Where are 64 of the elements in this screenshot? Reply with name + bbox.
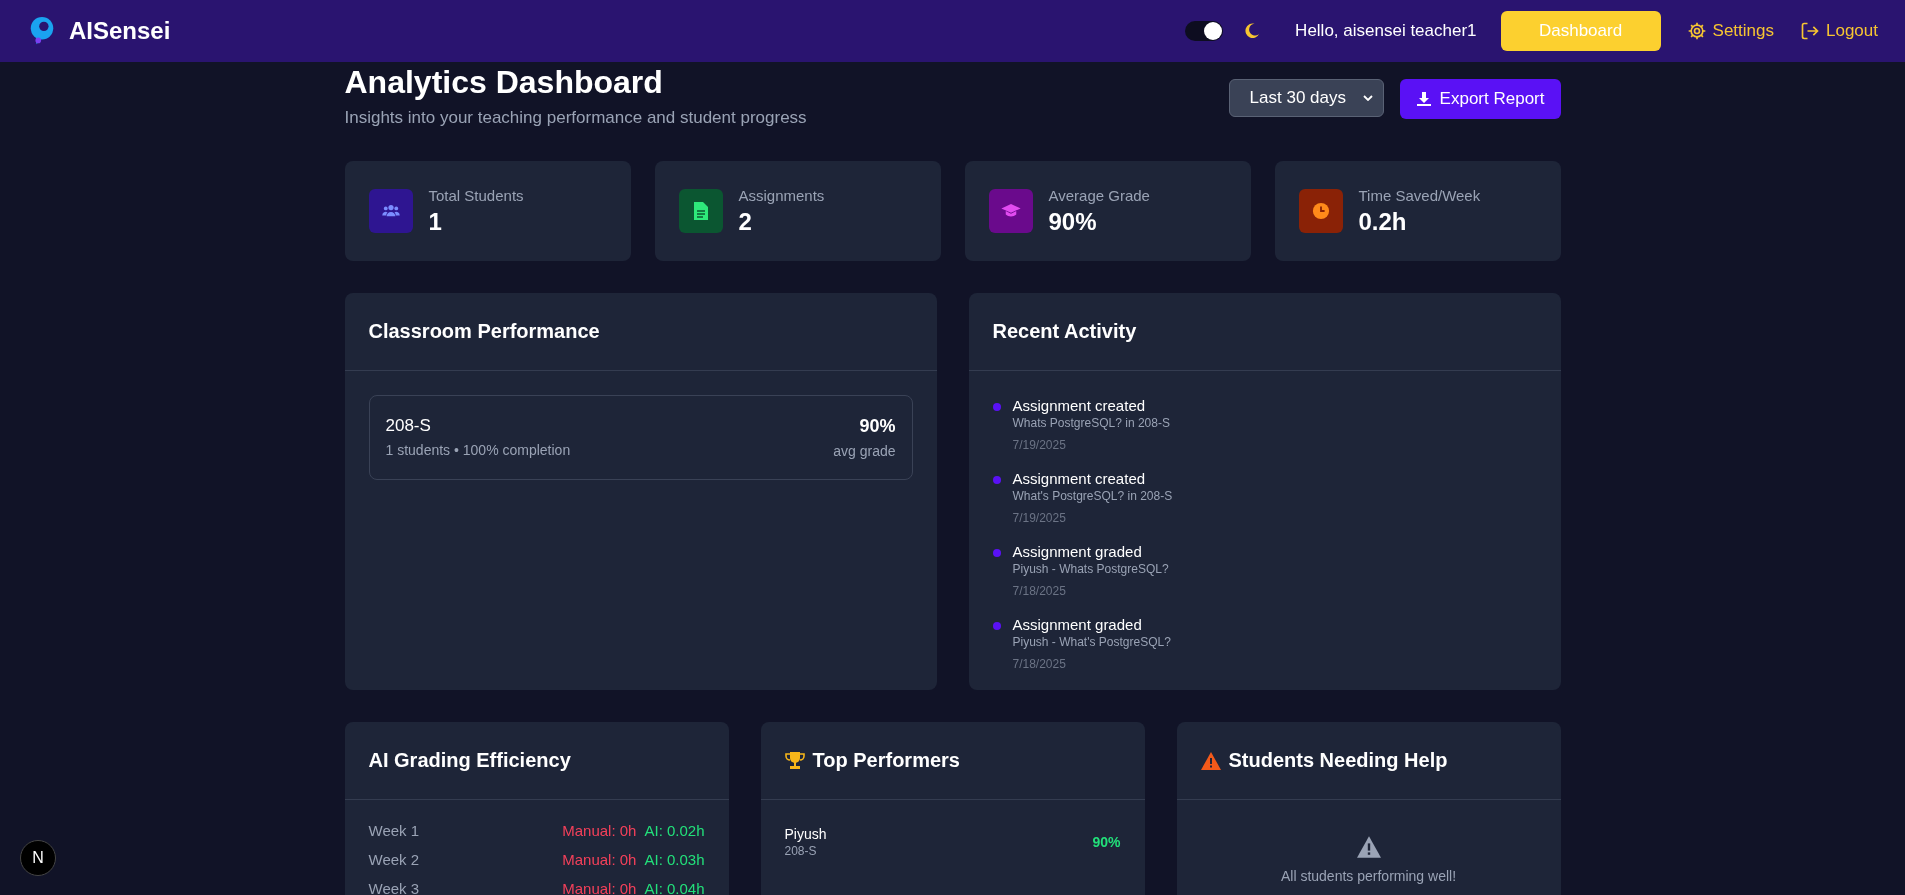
activity-date: 7/18/2025: [1012, 657, 1067, 671]
theme-toggle[interactable]: [1185, 21, 1224, 41]
card-title: Students Needing Help: [1228, 749, 1448, 772]
download-icon: [1415, 91, 1432, 107]
activity-title: Assignment created: [1012, 397, 1147, 414]
activity-dot-icon: [992, 622, 1001, 630]
empty-state-message: All students performing well!: [1280, 868, 1457, 884]
activity-detail: Piyush - Whats PostgreSQL?: [1012, 562, 1169, 576]
activity-detail: What's PostgreSQL? in 208-S: [1012, 489, 1173, 503]
brand-name: AISensei: [69, 17, 171, 45]
stat-value: 90%: [1048, 207, 1098, 236]
stat-value: 2: [738, 207, 753, 236]
week-label: Week 3: [368, 880, 420, 895]
logout-icon: [1800, 21, 1820, 41]
logout-link[interactable]: Logout: [1800, 21, 1878, 41]
ai-time: AI: 0.04h: [644, 880, 705, 895]
activity-title: Assignment graded: [1012, 543, 1143, 560]
card-title: Recent Activity: [992, 320, 1137, 343]
manual-time: Manual: 0h: [562, 822, 637, 839]
activity-date: 7/19/2025: [1012, 438, 1067, 452]
dev-tools-button[interactable]: N: [20, 840, 56, 876]
card-title: AI Grading Efficiency: [368, 749, 571, 772]
activity-date: 7/19/2025: [1012, 511, 1067, 525]
activity-dot-icon: [992, 403, 1001, 411]
manual-time: Manual: 0h: [562, 880, 637, 895]
activity-detail: Piyush - What's PostgreSQL?: [1012, 635, 1171, 649]
export-report-button[interactable]: Export Report: [1399, 79, 1561, 119]
ai-time: AI: 0.02h: [644, 822, 705, 839]
stat-value: 1: [428, 207, 443, 236]
class-name: 208-S: [385, 416, 432, 436]
week-label: Week 2: [368, 851, 420, 868]
trophy-icon: [784, 751, 805, 770]
stat-label: Assignments: [738, 186, 825, 204]
student-class: 208-S: [784, 844, 818, 858]
user-greeting: Hello, aisensei teacher1: [1295, 21, 1477, 41]
class-grade: 90%: [858, 416, 896, 437]
page-title: Analytics Dashboard: [344, 64, 664, 100]
activity-title: Assignment graded: [1012, 616, 1143, 633]
week-label: Week 1: [368, 822, 420, 839]
card-title: Top Performers: [812, 749, 960, 772]
chevron-down-icon: [1362, 95, 1373, 101]
activity-date: 7/18/2025: [1012, 584, 1067, 598]
activity-title: Assignment created: [1012, 470, 1147, 487]
manual-time: Manual: 0h: [562, 851, 637, 868]
activity-detail: Whats PostgreSQL? in 208-S: [1012, 416, 1170, 430]
card-title: Classroom Performance: [368, 320, 600, 343]
settings-link[interactable]: Settings: [1686, 21, 1774, 41]
moon-icon: [1243, 22, 1262, 40]
page-subtitle: Insights into your teaching performance and student progress: [344, 108, 807, 128]
student-name: Piyush: [784, 826, 827, 842]
activity-dot-icon: [992, 549, 1001, 557]
warning-icon: [1200, 751, 1221, 770]
stat-label: Time Saved/Week: [1358, 186, 1481, 204]
stat-label: Average Grade: [1048, 186, 1150, 204]
class-details: 1 students • 100% completion: [385, 442, 571, 458]
date-range-select[interactable]: Last 30 days: [1228, 79, 1384, 117]
activity-dot-icon: [992, 476, 1001, 484]
stat-value: 0.2h: [1358, 207, 1408, 236]
student-grade: 90%: [1092, 834, 1121, 850]
warning-icon: [1356, 836, 1381, 858]
ai-time: AI: 0.03h: [644, 851, 705, 868]
grade-caption: avg grade: [833, 443, 896, 459]
settings-icon: [1686, 21, 1707, 41]
stat-label: Total Students: [428, 186, 524, 204]
